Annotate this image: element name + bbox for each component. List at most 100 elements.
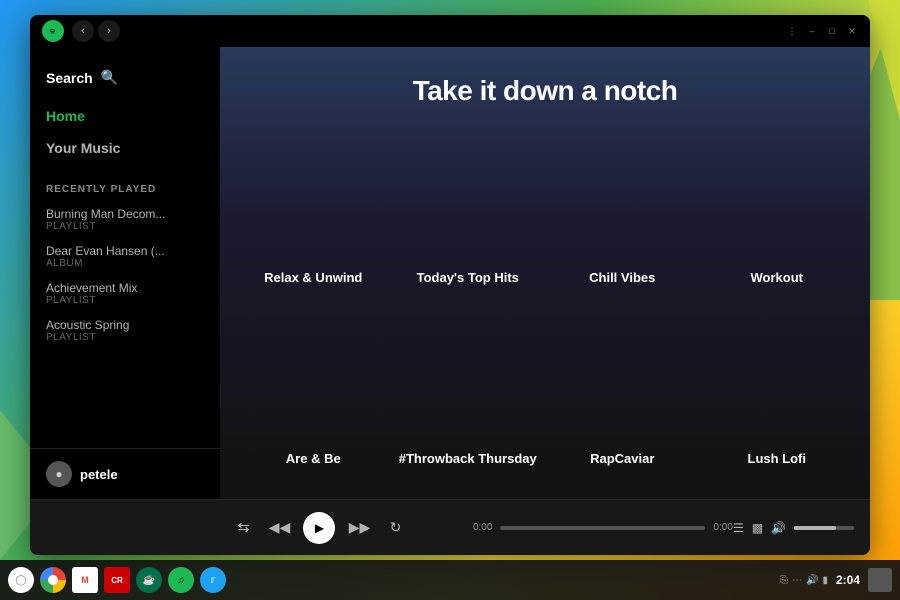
recently-played-list: Burning Man Decom... PLAYLIST Dear Evan … — [30, 201, 220, 448]
time-current: 0:00 — [473, 522, 492, 533]
wifi-icon: ⋯ — [792, 575, 802, 586]
card-are-be[interactable]: Are &Be Are & Be — [244, 305, 383, 467]
card-grid-row2: Are &Be Are & Be #Throwback Thursday — [220, 305, 870, 487]
search-label: Search — [46, 70, 93, 86]
minimize-button[interactable]: – — [806, 25, 818, 37]
card-image-rapcaviar: RapCaviar feat. NickiMinaj — [553, 305, 692, 444]
card-image-lushlofi: R Lush Lofi — [708, 305, 847, 444]
rp-item-burning-man[interactable]: Burning Man Decom... PLAYLIST — [30, 201, 220, 238]
sidebar-item-your-music[interactable]: Your Music — [30, 132, 220, 164]
card-grid-row1: Relax &Unwind Relax & Unwind Today's Top… — [220, 123, 870, 305]
card-image-throwback: #Throwback Thursday — [399, 305, 538, 444]
card-lush-lofi[interactable]: R Lush Lofi Lush Lofi — [708, 305, 847, 467]
search-bar[interactable]: Search 🔍 — [30, 63, 220, 92]
card-label-workout: Workout — [708, 270, 847, 285]
shuffle-button[interactable]: ⇆ — [231, 516, 255, 540]
progress-section: 0:00 0:00 — [473, 522, 733, 533]
window-controls: ⋮ – □ ✕ — [786, 25, 858, 37]
sidebar-nav: Home Your Music — [30, 96, 220, 168]
network-icon: ⎘ — [780, 575, 788, 586]
main-content: Take it down a notch Relax &Unwind Relax… — [220, 47, 870, 499]
card-top-hits[interactable]: Today's Top Hits Today's Top Hits — [399, 123, 538, 285]
main-header: Take it down a notch — [220, 47, 870, 123]
card-label-rapcaviar: RapCaviar — [553, 451, 692, 466]
sidebar: Search 🔍 Home Your Music RECENTLY PLAYED… — [30, 47, 220, 499]
status-icons: ⎘ ⋯ 🔊 ▮ — [780, 575, 828, 586]
title-bar-left: ‹ › — [42, 20, 120, 42]
player-bar: ⇆ ◀◀ ▶ ▶▶ ↻ 0:00 0:00 ☰ ▩ 🔊 — [30, 499, 870, 555]
repeat-button[interactable]: ↻ — [383, 516, 407, 540]
title-bar: ‹ › ⋮ – □ ✕ — [30, 15, 870, 47]
taskbar-starbucks[interactable]: ☕ — [136, 567, 162, 593]
rp-subtitle: PLAYLIST — [46, 295, 204, 306]
queue-icon[interactable]: ☰ — [733, 521, 744, 535]
user-avatar: ● — [46, 461, 72, 487]
rp-subtitle: PLAYLIST — [46, 221, 204, 232]
card-label-chill: Chill Vibes — [553, 270, 692, 285]
spotify-logo — [42, 20, 64, 42]
volume-icon[interactable]: 🔊 — [771, 521, 786, 535]
card-label-lushlofi: Lush Lofi — [708, 451, 847, 466]
taskbar-gmail[interactable]: M — [72, 567, 98, 593]
taskbar-chrome[interactable] — [40, 567, 66, 593]
next-button[interactable]: ▶▶ — [347, 516, 371, 540]
rp-title: Achievement Mix — [46, 281, 201, 295]
forward-button[interactable]: › — [98, 20, 120, 42]
card-relax-unwind[interactable]: Relax &Unwind Relax & Unwind — [244, 123, 383, 285]
volume-bar[interactable] — [794, 526, 854, 530]
rp-subtitle: ALBUM — [46, 258, 204, 269]
search-icon[interactable]: 🔍 — [101, 69, 118, 86]
rp-subtitle: PLAYLIST — [46, 332, 204, 343]
previous-button[interactable]: ◀◀ — [267, 516, 291, 540]
card-throwback[interactable]: #Throwback Thursday #Throwback Thursday — [399, 305, 538, 467]
card-chill-vibes[interactable]: ChillVibes Chill Vibes — [553, 123, 692, 285]
app-body: Search 🔍 Home Your Music RECENTLY PLAYED… — [30, 47, 870, 499]
play-button[interactable]: ▶ — [303, 512, 335, 544]
volume-fill — [794, 526, 836, 530]
page-title: Take it down a notch — [248, 75, 842, 107]
volume-status-icon: 🔊 — [806, 575, 818, 586]
taskbar: ◯ M CR ☕ ♫ 𝕣 ⎘ ⋯ 🔊 ▮ 2:04 — [0, 560, 900, 600]
player-controls: ⇆ ◀◀ ▶ ▶▶ ↻ — [166, 512, 473, 544]
rp-item-dear-evan[interactable]: Dear Evan Hansen (... ALBUM — [30, 238, 220, 275]
rp-item-achievement[interactable]: Achievement Mix PLAYLIST — [30, 275, 220, 312]
user-name: petele — [80, 467, 118, 482]
player-right: ☰ ▩ 🔊 — [733, 521, 854, 535]
taskbar-spotify[interactable]: ♫ — [168, 567, 194, 593]
battery-icon: ▮ — [822, 575, 828, 586]
close-button[interactable]: ✕ — [846, 25, 858, 37]
card-image-workout: Workout — [708, 123, 847, 262]
devices-icon[interactable]: ▩ — [752, 521, 763, 535]
rp-title: Acoustic Spring — [46, 318, 201, 332]
spotify-window: ‹ › ⋮ – □ ✕ Search 🔍 Home Your Music REC… — [30, 15, 870, 555]
card-label-arebe: Are & Be — [244, 451, 383, 466]
nav-buttons: ‹ › — [72, 20, 120, 42]
more-options-icon[interactable]: ⋮ — [786, 25, 798, 37]
card-workout[interactable]: Workout Workout — [708, 123, 847, 285]
time-total: 0:00 — [713, 522, 732, 533]
taskbar-left: ◯ M CR ☕ ♫ 𝕣 — [8, 567, 226, 593]
card-image-chill: ChillVibes — [553, 123, 692, 262]
card-image-tophits: Today's Top Hits — [399, 123, 538, 262]
rp-item-acoustic[interactable]: Acoustic Spring PLAYLIST — [30, 312, 220, 349]
card-label-relax: Relax & Unwind — [244, 270, 383, 285]
taskbar-twitter[interactable]: 𝕣 — [200, 567, 226, 593]
maximize-button[interactable]: □ — [826, 25, 838, 37]
user-profile[interactable]: ● petele — [30, 448, 220, 499]
rp-title: Dear Evan Hansen (... — [46, 244, 201, 258]
user-thumbnail — [868, 568, 892, 592]
taskbar-launcher[interactable]: ◯ — [8, 567, 34, 593]
clock: 2:04 — [836, 573, 860, 587]
taskbar-right: ⎘ ⋯ 🔊 ▮ 2:04 — [780, 568, 892, 592]
progress-bar[interactable] — [500, 526, 705, 530]
card-rapcaviar[interactable]: RapCaviar feat. NickiMinaj RapCaviar — [553, 305, 692, 467]
card-label-throwback: #Throwback Thursday — [399, 451, 538, 466]
taskbar-app-dark[interactable]: CR — [104, 567, 130, 593]
card-image-arebe: Are &Be — [244, 305, 383, 444]
sidebar-item-home[interactable]: Home — [30, 100, 220, 132]
card-label-tophits: Today's Top Hits — [399, 270, 538, 285]
rp-title: Burning Man Decom... — [46, 207, 201, 221]
card-image-relax: Relax &Unwind — [244, 123, 383, 262]
back-button[interactable]: ‹ — [72, 20, 94, 42]
recently-played-label: RECENTLY PLAYED — [30, 168, 220, 201]
